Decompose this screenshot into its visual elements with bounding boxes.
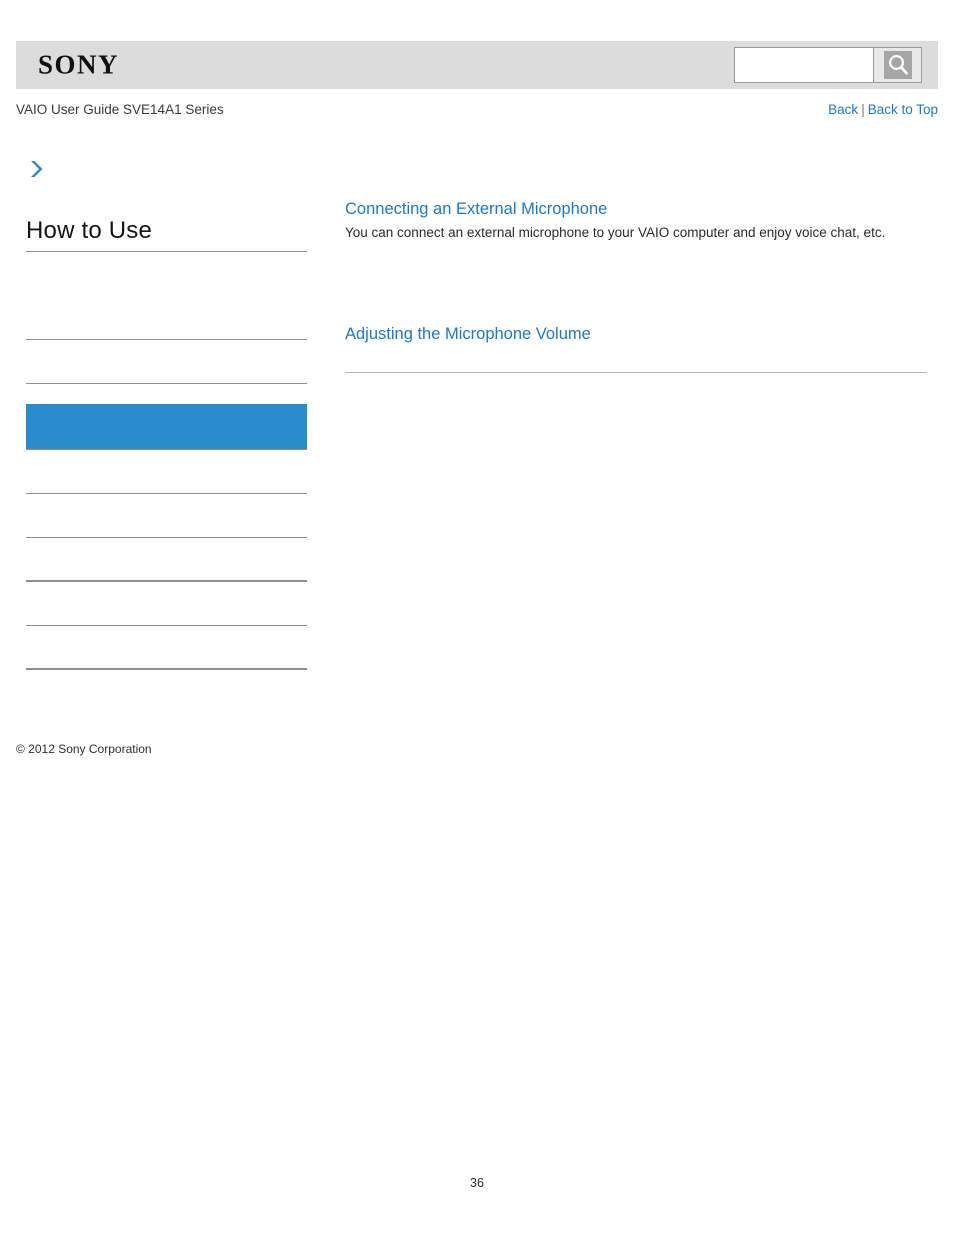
- site-header: SONY: [16, 41, 938, 89]
- sidebar-nav: [26, 252, 307, 670]
- sidebar-item-selected[interactable]: [26, 404, 307, 450]
- search-button[interactable]: [873, 48, 921, 82]
- page-number: 36: [470, 1176, 484, 1190]
- sidebar-item-5[interactable]: [26, 450, 307, 494]
- guide-title: VAIO User Guide SVE14A1 Series: [16, 102, 224, 117]
- topic-item: Adjusting the Microphone Volume: [345, 323, 927, 375]
- sidebar-item-0[interactable]: [26, 252, 307, 296]
- sidebar-item-1[interactable]: [26, 296, 307, 340]
- page-title: How to Use: [26, 216, 307, 252]
- topic-link-adjusting-microphone-volume[interactable]: Adjusting the Microphone Volume: [345, 323, 927, 345]
- topic-separator-space: [345, 245, 927, 323]
- search-icon: [883, 51, 912, 79]
- back-to-top-link[interactable]: Back to Top: [868, 102, 938, 117]
- sidebar-item-8[interactable]: [26, 582, 307, 626]
- chevron-right-icon[interactable]: [27, 158, 49, 180]
- topic-description: You can connect an external microphone t…: [345, 225, 886, 240]
- sidebar: How to Use: [26, 158, 307, 670]
- sidebar-item-2[interactable]: [26, 340, 307, 384]
- search-box: [734, 47, 922, 83]
- search-input[interactable]: [735, 48, 873, 82]
- sidebar-item-7[interactable]: [26, 538, 307, 582]
- copyright-text: © 2012 Sony Corporation: [16, 742, 152, 756]
- sidebar-item-9[interactable]: [26, 626, 307, 670]
- topic-divider: [345, 372, 927, 373]
- back-link[interactable]: Back: [828, 102, 858, 117]
- sony-logo: SONY: [38, 49, 120, 80]
- breadcrumb-links: Back | Back to Top: [828, 100, 938, 120]
- topic-link-connecting-external-microphone[interactable]: Connecting an External Microphone: [345, 198, 927, 220]
- sidebar-item-6[interactable]: [26, 494, 307, 538]
- breadcrumb-separator: |: [861, 102, 865, 117]
- sidebar-spacer: [26, 384, 307, 404]
- main-content: Connecting an External Microphone You ca…: [345, 198, 927, 375]
- breadcrumb: VAIO User Guide SVE14A1 Series Back | Back…: [16, 100, 938, 122]
- topic-item: Connecting an External Microphone You ca…: [345, 198, 927, 245]
